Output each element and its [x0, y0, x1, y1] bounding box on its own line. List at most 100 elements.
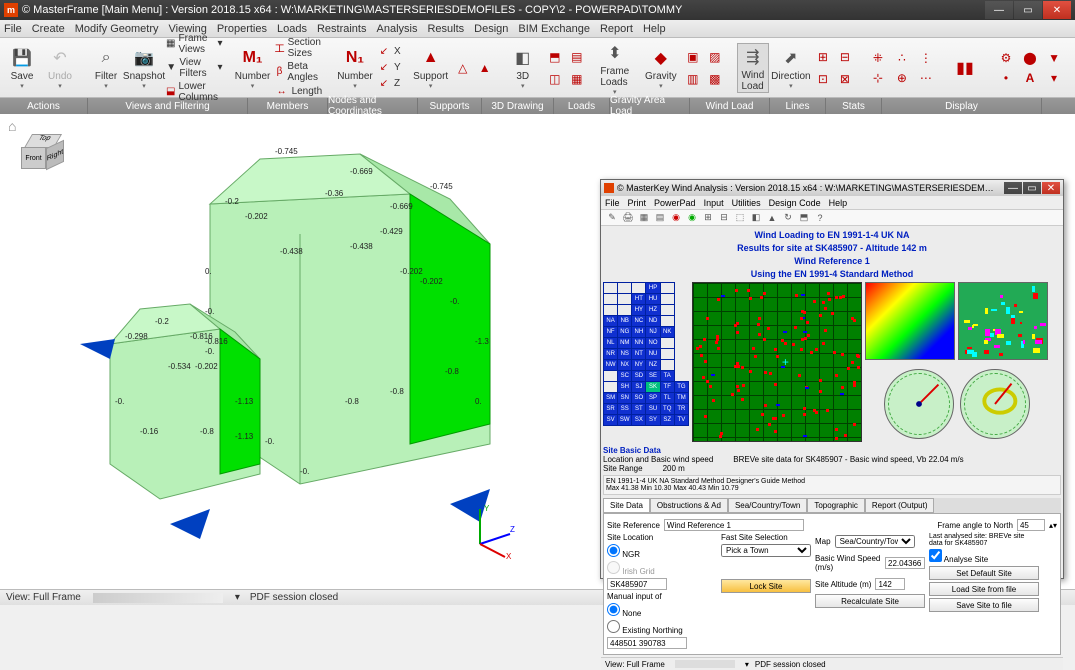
- menu-analysis[interactable]: Analysis: [377, 23, 418, 35]
- tool-icon[interactable]: ◧: [749, 211, 763, 225]
- tool-icon[interactable]: ▤: [653, 211, 667, 225]
- 3d-button[interactable]: ◧3D▾: [507, 45, 539, 90]
- uk-grid[interactable]: HPHTHUHYHZNANBNCNDNFNGNHNJNKNLNMNNNONRNS…: [603, 282, 689, 442]
- town-select[interactable]: Pick a Town: [721, 544, 811, 557]
- undo-button[interactable]: ↶Undo▾: [44, 45, 76, 90]
- wind-speed-input[interactable]: [885, 557, 925, 569]
- wind-menu-input[interactable]: Input: [704, 198, 724, 208]
- set-default-button[interactable]: Set Default Site: [929, 566, 1039, 580]
- tool-icon[interactable]: ◉: [685, 211, 699, 225]
- support-toggles[interactable]: △▲: [453, 58, 495, 78]
- grid-cell[interactable]: TA: [660, 371, 674, 382]
- tool-icon[interactable]: ?: [813, 211, 827, 225]
- wind-close-button[interactable]: ✕: [1042, 182, 1060, 194]
- maximize-button[interactable]: ▭: [1014, 1, 1042, 19]
- tool-icon[interactable]: ▦: [637, 211, 651, 225]
- grid-cell[interactable]: NL: [604, 338, 618, 349]
- map-select[interactable]: Sea/Country/Town: [835, 535, 915, 548]
- tool-icon[interactable]: ▲: [765, 211, 779, 225]
- site-reference-input[interactable]: [664, 519, 804, 531]
- section-sizes-item[interactable]: 工Section Sizes: [275, 37, 325, 59]
- grid-cell[interactable]: SZ: [660, 415, 674, 426]
- grid-cell[interactable]: TF: [660, 382, 674, 393]
- gravity-toggles[interactable]: ▣▨▥▩: [683, 47, 725, 89]
- tool-icon[interactable]: ⬒: [797, 211, 811, 225]
- recalculate-button[interactable]: Recalculate Site: [815, 594, 925, 608]
- cube-front[interactable]: Front: [21, 147, 46, 169]
- save-site-button[interactable]: Save Site to file: [929, 598, 1039, 612]
- grid-cell[interactable]: NU: [646, 349, 660, 360]
- grid-cell[interactable]: HU: [646, 294, 660, 305]
- grid-cell[interactable]: SO: [632, 393, 646, 404]
- grid-cell[interactable]: NO: [646, 338, 660, 349]
- length-item[interactable]: ↔Length: [275, 85, 325, 99]
- tool-icon[interactable]: ✎: [605, 211, 619, 225]
- wind-menu-design code[interactable]: Design Code: [769, 198, 821, 208]
- viewport[interactable]: ⌂ Top Front Right -0.745-0.669-0.36-0.2-…: [0, 114, 1075, 589]
- wind-minimize-button[interactable]: —: [1004, 182, 1022, 194]
- grid-cell[interactable]: NM: [618, 338, 632, 349]
- wind-maximize-button[interactable]: ▭: [1023, 182, 1041, 194]
- tool-icon[interactable]: ◉: [669, 211, 683, 225]
- wind-tab[interactable]: Topographic: [807, 498, 865, 513]
- altitude-input[interactable]: [875, 578, 905, 590]
- grid-cell[interactable]: NZ: [646, 360, 660, 371]
- minimize-button[interactable]: —: [985, 1, 1013, 19]
- coord-y-item[interactable]: ↙Y: [377, 61, 401, 75]
- number-members-button[interactable]: M₁Number▾: [237, 45, 269, 90]
- gravity-button[interactable]: ◆Gravity▾: [645, 45, 677, 90]
- grid-cell[interactable]: SC: [618, 371, 632, 382]
- grid-cell[interactable]: NJ: [646, 327, 660, 338]
- grid-cell[interactable]: NB: [618, 316, 632, 327]
- lock-site-button[interactable]: Lock Site: [721, 579, 811, 593]
- wind-menu-utilities[interactable]: Utilities: [732, 198, 761, 208]
- grid-cell[interactable]: NN: [632, 338, 646, 349]
- tool-icon[interactable]: ↻: [781, 211, 795, 225]
- grid-cell[interactable]: TR: [674, 404, 688, 415]
- grid-cell[interactable]: SY: [646, 415, 660, 426]
- tool-icon[interactable]: 🖨: [621, 211, 635, 225]
- menu-file[interactable]: File: [4, 23, 22, 35]
- grid-cell[interactable]: SV: [604, 415, 618, 426]
- support-button[interactable]: ▲Support▾: [415, 45, 447, 90]
- grid-cell[interactable]: SD: [632, 371, 646, 382]
- wind-tab[interactable]: Site Data: [603, 498, 650, 513]
- menu-bim-exchange[interactable]: BIM Exchange: [518, 23, 590, 35]
- wind-menu-file[interactable]: File: [605, 198, 620, 208]
- grid-cell[interactable]: NX: [618, 360, 632, 371]
- wind-menu-print[interactable]: Print: [628, 198, 647, 208]
- grid-cell[interactable]: NR: [604, 349, 618, 360]
- grid-cell[interactable]: SP: [646, 393, 660, 404]
- direction-button[interactable]: ⬈Direction▾: [775, 45, 807, 90]
- view-cube[interactable]: Top Front Right: [18, 134, 68, 178]
- grid-cell[interactable]: SS: [618, 404, 632, 415]
- menu-create[interactable]: Create: [32, 23, 65, 35]
- dropdown-icon[interactable]: ▾: [235, 592, 240, 603]
- analyse-site-check[interactable]: Analyse Site: [929, 549, 1039, 564]
- menu-design[interactable]: Design: [474, 23, 508, 35]
- frame-loads-button[interactable]: ⬍Frame Loads▾: [599, 40, 631, 96]
- grid-cell[interactable]: SH: [618, 382, 632, 393]
- northing-input[interactable]: [607, 637, 687, 649]
- load-site-button[interactable]: Load Site from file: [929, 582, 1039, 596]
- grid-cell[interactable]: SX: [632, 415, 646, 426]
- ngr-input[interactable]: [607, 578, 667, 590]
- tool-icon[interactable]: ⊟: [717, 211, 731, 225]
- grid-cell[interactable]: NF: [604, 327, 618, 338]
- grid-cell[interactable]: NH: [632, 327, 646, 338]
- ngr-radio[interactable]: NGR: [607, 544, 717, 559]
- irish-grid-radio[interactable]: Irish Grid: [607, 561, 717, 576]
- grid-cell[interactable]: NY: [632, 360, 646, 371]
- tool-icon[interactable]: ⬚: [733, 211, 747, 225]
- menu-help[interactable]: Help: [643, 23, 666, 35]
- grid-cell[interactable]: NG: [618, 327, 632, 338]
- grid-cell[interactable]: NW: [604, 360, 618, 371]
- menu-loads[interactable]: Loads: [277, 23, 307, 35]
- menu-properties[interactable]: Properties: [217, 23, 267, 35]
- grid-cell[interactable]: ND: [646, 316, 660, 327]
- menu-results[interactable]: Results: [427, 23, 464, 35]
- none-radio[interactable]: None: [607, 603, 717, 618]
- number-nodes-button[interactable]: N₁Number▾: [339, 45, 371, 90]
- stats-button[interactable]: ▮▮: [949, 55, 981, 81]
- grid-cell[interactable]: SW: [618, 415, 632, 426]
